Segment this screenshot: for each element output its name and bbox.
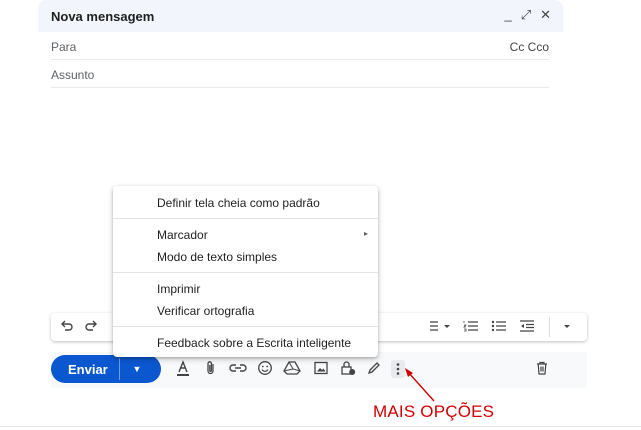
- attach-icon[interactable]: [202, 360, 220, 378]
- fullscreen-icon[interactable]: ⤢: [521, 6, 531, 24]
- numbered-list-icon[interactable]: [463, 319, 479, 335]
- emoji-icon[interactable]: [256, 360, 274, 378]
- compose-title: Nova mensagem: [51, 9, 155, 24]
- align-dropdown-icon[interactable]: [429, 319, 455, 335]
- subject-field[interactable]: Assunto: [51, 60, 549, 88]
- link-icon[interactable]: [228, 360, 248, 378]
- annotation-arrow: [405, 368, 435, 402]
- header-controls: _ ⤢ ✕: [504, 6, 551, 24]
- redo-icon[interactable]: [83, 319, 99, 335]
- menu-item-plain-text-mode[interactable]: Modo de texto simples: [157, 250, 277, 264]
- compose-header: Nova mensagem _ ⤢ ✕: [38, 0, 563, 32]
- close-icon[interactable]: ✕: [540, 6, 551, 24]
- send-button-group: Enviar ▼: [51, 355, 161, 383]
- minimize-icon[interactable]: _: [504, 6, 511, 24]
- submenu-arrow-icon: ▸: [363, 229, 368, 238]
- menu-item-check-spelling[interactable]: Verificar ortografia: [157, 304, 254, 318]
- undo-icon[interactable]: [59, 319, 75, 335]
- menu-divider: [113, 326, 378, 327]
- menu-divider: [113, 272, 378, 273]
- cc-bcc-link[interactable]: Cc Cco: [510, 40, 549, 54]
- menu-item-smart-compose-feedback[interactable]: Feedback sobre a Escrita inteligente: [157, 336, 351, 350]
- compose-bottom-bar: Enviar ▼: [51, 352, 587, 388]
- menu-item-print[interactable]: Imprimir: [157, 282, 200, 296]
- send-options-icon[interactable]: ▼: [128, 361, 146, 377]
- signature-icon[interactable]: [365, 360, 383, 378]
- subject-placeholder: Assunto: [51, 68, 95, 82]
- menu-divider: [113, 218, 378, 219]
- more-options-menu: Definir tela cheia como padrão Marcador …: [113, 186, 378, 357]
- confidential-icon[interactable]: [339, 360, 357, 378]
- photo-icon[interactable]: [312, 360, 330, 378]
- indent-less-icon[interactable]: [519, 319, 535, 335]
- menu-item-default-fullscreen[interactable]: Definir tela cheia como padrão: [157, 196, 320, 210]
- drive-icon[interactable]: [283, 360, 301, 378]
- formatting-options-icon[interactable]: [174, 360, 192, 378]
- annotation-label: MAIS OPÇÕES: [373, 402, 495, 421]
- to-label: Para: [51, 40, 77, 54]
- more-formatting-icon[interactable]: [559, 319, 575, 335]
- send-divider: [119, 358, 120, 380]
- toolbar-divider: [549, 317, 550, 337]
- menu-item-label[interactable]: Marcador: [157, 228, 208, 242]
- bulleted-list-icon[interactable]: [491, 319, 507, 335]
- discard-icon[interactable]: [533, 360, 551, 378]
- page-bottom-border: [0, 426, 641, 427]
- to-field[interactable]: Para Cc Cco: [51, 32, 549, 60]
- send-button[interactable]: Enviar: [68, 362, 108, 377]
